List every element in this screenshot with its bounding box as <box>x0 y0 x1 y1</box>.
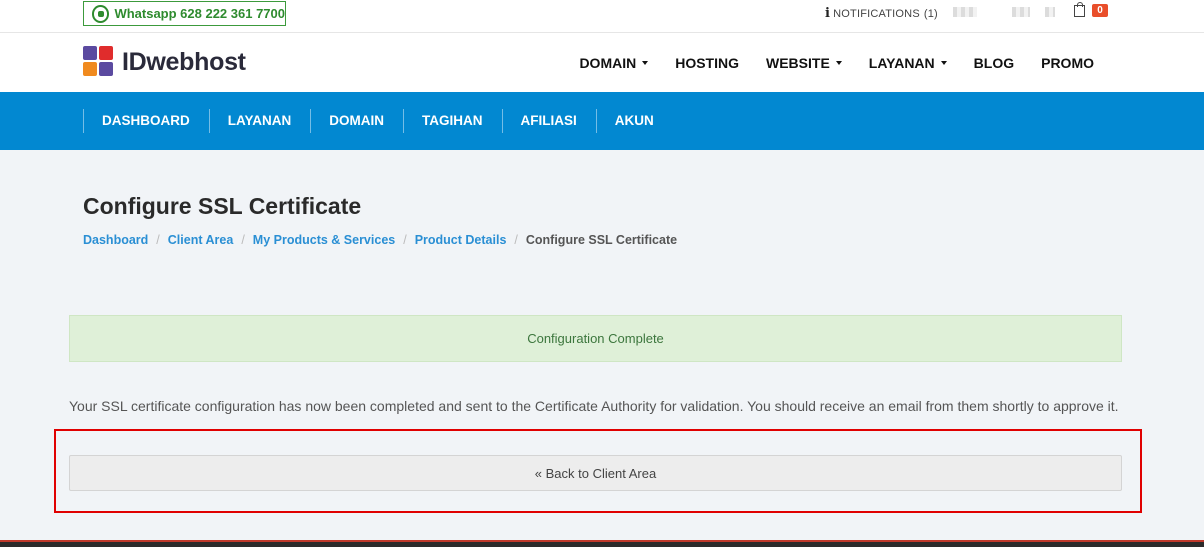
breadcrumb-separator: / <box>156 233 160 247</box>
breadcrumb-client-area[interactable]: Client Area <box>168 233 234 247</box>
breadcrumb-dashboard[interactable]: Dashboard <box>83 233 148 247</box>
breadcrumb-product-details[interactable]: Product Details <box>415 233 507 247</box>
info-icon: i <box>825 6 831 21</box>
whatsapp-label: Whatsapp 628 222 361 7700 <box>114 6 285 21</box>
client-nav-akun[interactable]: AKUN <box>595 109 673 133</box>
client-nav-afiliasi[interactable]: AFILIASI <box>501 109 596 133</box>
notifications-count: (1) <box>923 7 938 20</box>
breadcrumb-separator: / <box>403 233 407 247</box>
breadcrumb-separator: / <box>241 233 245 247</box>
notifications-label: NOTIFICATIONS <box>833 7 920 20</box>
notifications-link[interactable]: i NOTIFICATIONS (1) <box>825 6 938 21</box>
nav-website[interactable]: WEBSITE <box>766 55 842 71</box>
redacted-user-info <box>953 7 977 17</box>
top-bar: Whatsapp 628 222 361 7700 i NOTIFICATION… <box>0 0 1204 33</box>
redacted-user-info-2 <box>1012 7 1030 17</box>
client-nav-dashboard[interactable]: DASHBOARD <box>83 109 209 133</box>
caret-down-icon <box>835 60 842 65</box>
shopping-bag-icon <box>1074 1 1085 17</box>
caret-down-icon <box>642 60 649 65</box>
whatsapp-button[interactable]: Whatsapp 628 222 361 7700 <box>83 1 286 26</box>
cart-button[interactable]: 0 <box>1074 1 1108 17</box>
nav-hosting[interactable]: HOSTING <box>675 55 739 71</box>
alert-message: Configuration Complete <box>527 331 664 346</box>
nav-blog[interactable]: BLOG <box>974 55 1014 71</box>
back-to-client-area-button[interactable]: « Back to Client Area <box>69 455 1122 491</box>
logo-mark-icon <box>83 46 115 78</box>
breadcrumb: Dashboard / Client Area / My Products & … <box>83 233 677 247</box>
client-nav-domain[interactable]: DOMAIN <box>310 109 403 133</box>
breadcrumb-current: Configure SSL Certificate <box>525 233 678 247</box>
client-area-nav: DASHBOARD LAYANAN DOMAIN TAGIHAN AFILIAS… <box>0 92 1204 150</box>
redacted-user-info-3 <box>1045 7 1055 17</box>
client-nav-tagihan[interactable]: TAGIHAN <box>403 109 502 133</box>
client-nav-layanan[interactable]: LAYANAN <box>208 109 311 133</box>
whatsapp-icon <box>92 4 110 23</box>
success-alert: Configuration Complete <box>69 315 1122 362</box>
confirmation-description: Your SSL certificate configuration has n… <box>69 398 1119 414</box>
breadcrumb-products-services[interactable]: My Products & Services <box>253 233 395 247</box>
caret-down-icon <box>940 60 947 65</box>
main-nav: DOMAIN HOSTING WEBSITE LAYANAN BLOG PROM… <box>552 33 1094 92</box>
cart-count-badge: 0 <box>1092 4 1108 17</box>
page-title: Configure SSL Certificate <box>83 193 362 219</box>
back-button-label: « Back to Client Area <box>534 465 657 481</box>
nav-layanan[interactable]: LAYANAN <box>869 55 947 71</box>
nav-domain[interactable]: DOMAIN <box>579 55 649 71</box>
breadcrumb-separator: / <box>514 233 518 247</box>
logo-text: IDwebhost <box>122 47 246 76</box>
site-header: IDwebhost DOMAIN HOSTING WEBSITE LAYANAN… <box>0 33 1204 92</box>
footer-strip <box>0 540 1204 547</box>
nav-promo[interactable]: PROMO <box>1041 55 1094 71</box>
logo[interactable]: IDwebhost <box>83 46 246 78</box>
